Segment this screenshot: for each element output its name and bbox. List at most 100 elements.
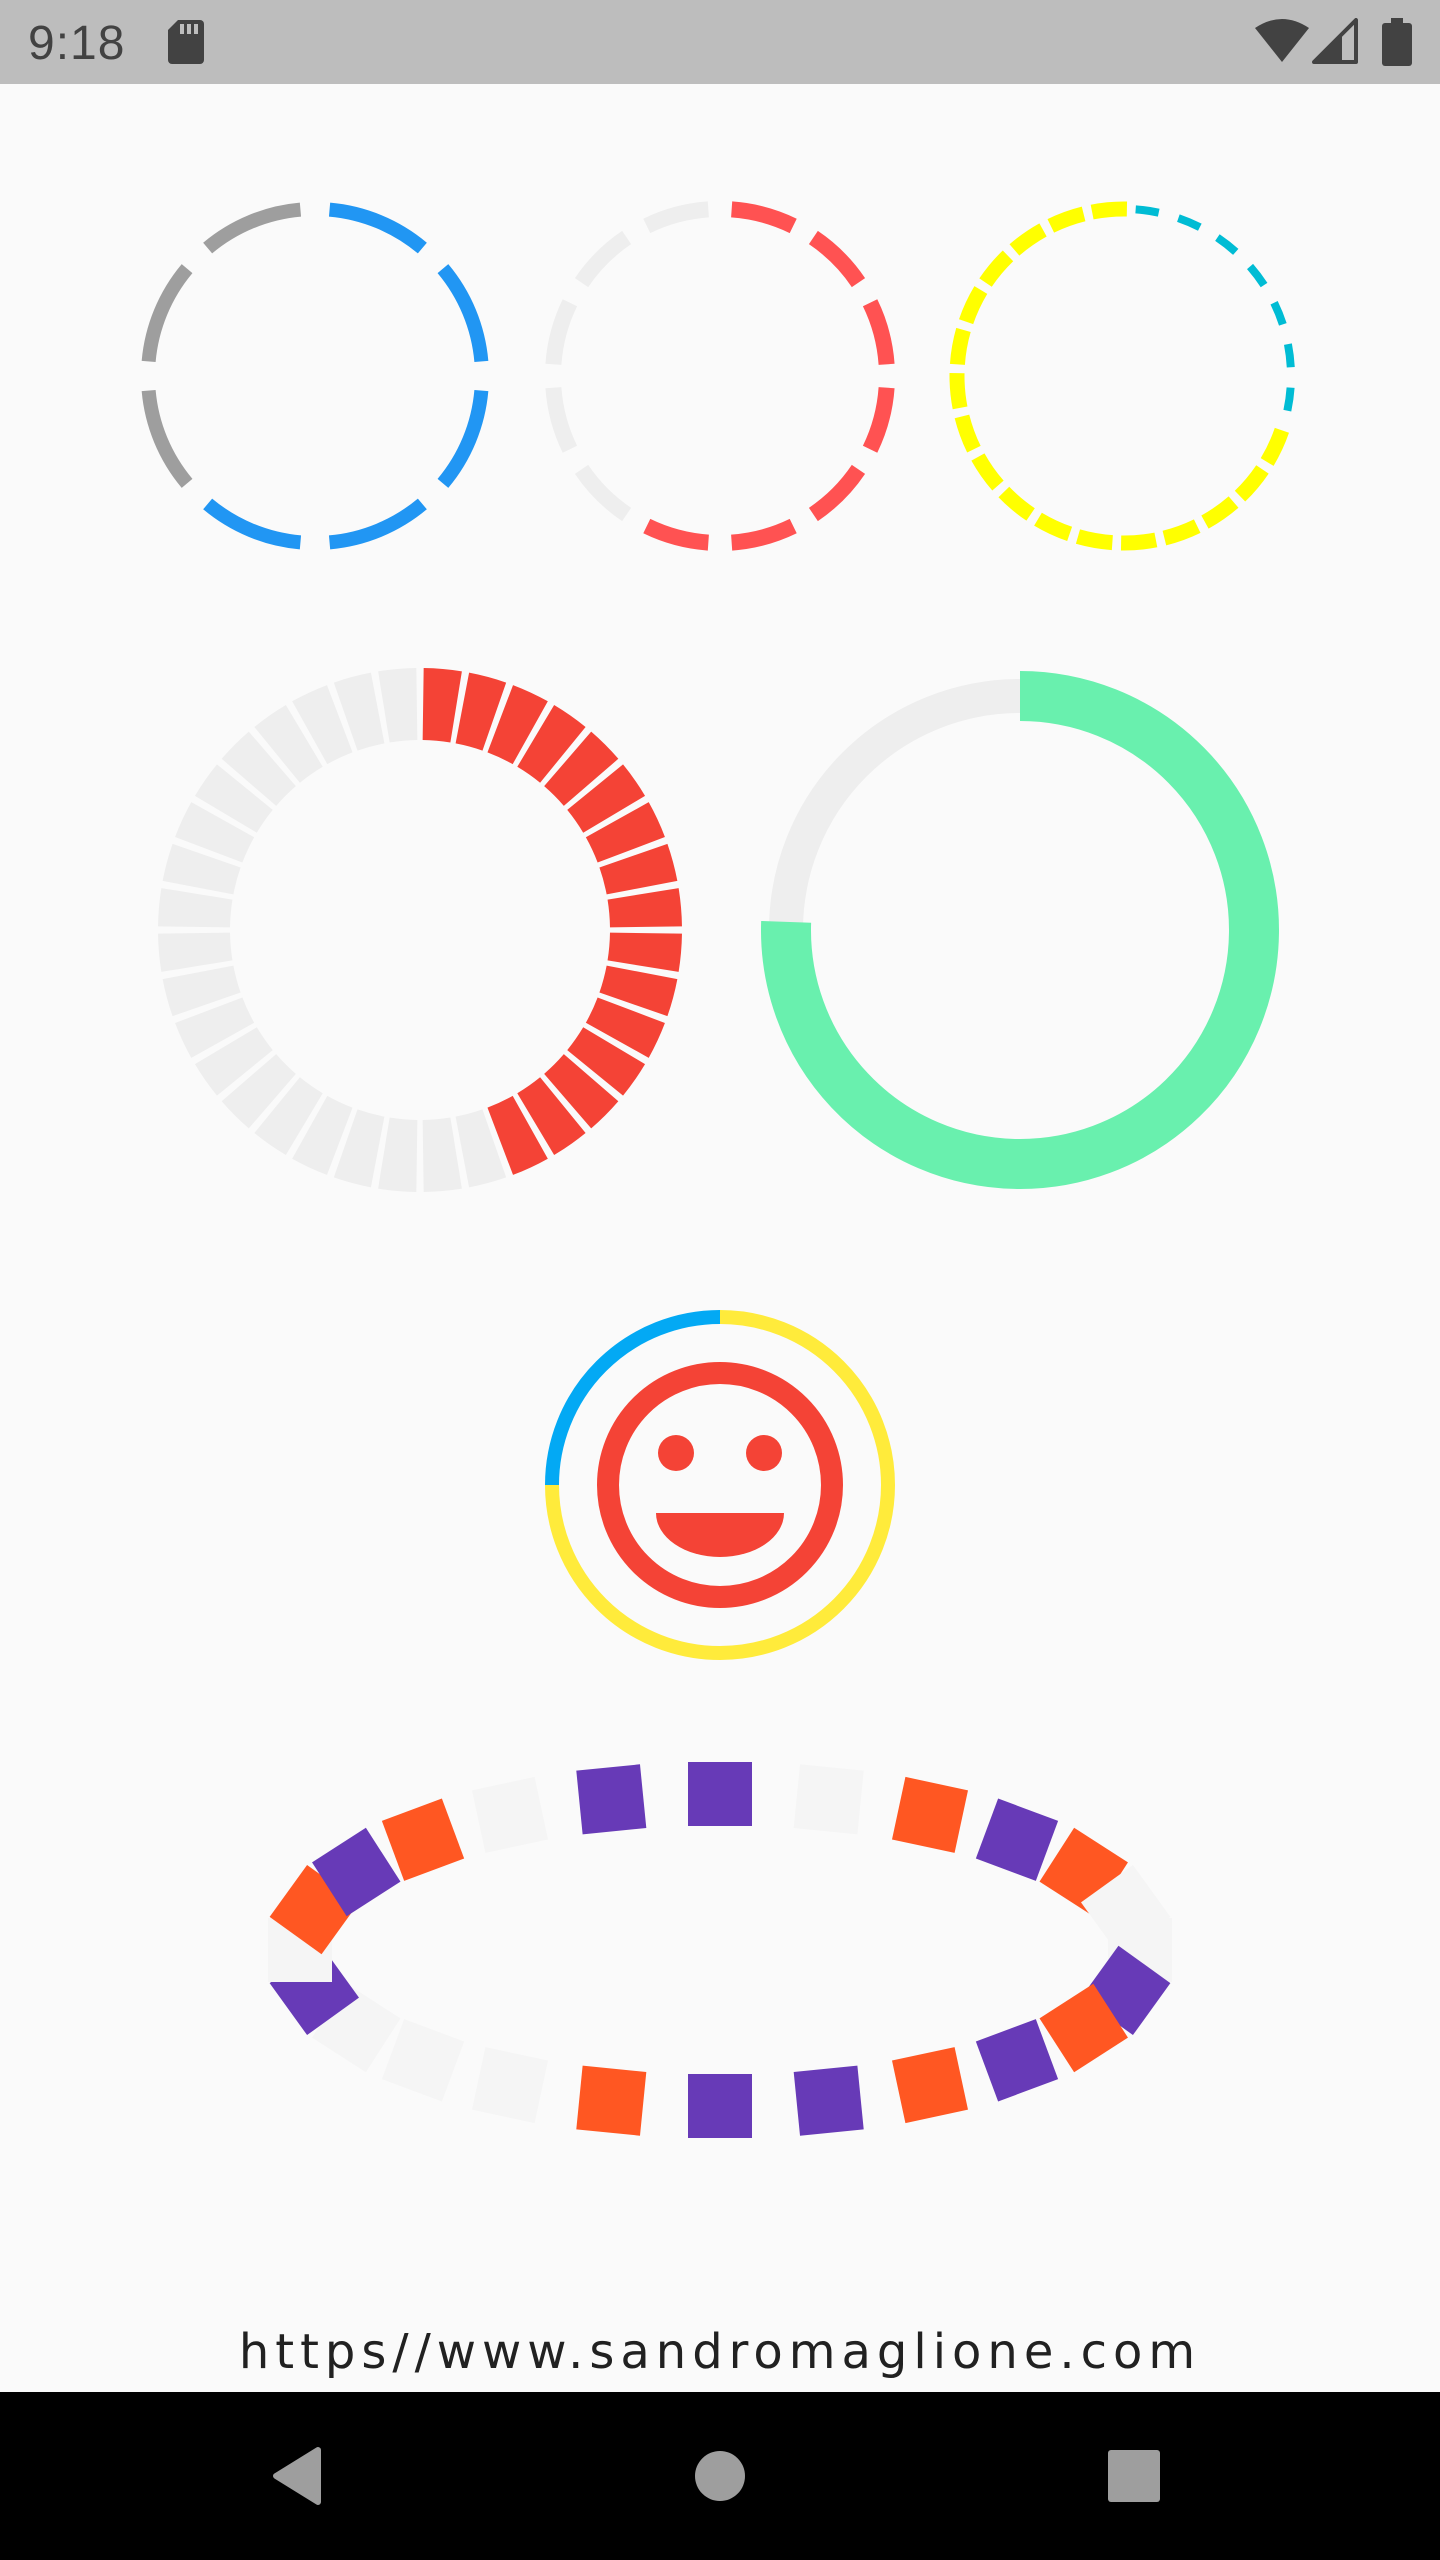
ring-segment (292, 1095, 354, 1175)
ring-segment (437, 389, 489, 488)
home-icon[interactable] (684, 2440, 756, 2512)
status-time: 9:18 (28, 17, 126, 70)
ring-segment (333, 1109, 386, 1188)
recents-icon[interactable] (1098, 2440, 1170, 2512)
ellipse-square (793, 1764, 864, 1835)
ring-segment (607, 888, 682, 928)
ring-tick (1283, 343, 1295, 368)
ring-tick (1009, 223, 1047, 256)
ring-segment (516, 1076, 586, 1156)
sd-card-icon (168, 20, 204, 64)
ring-segment (378, 1117, 418, 1192)
ring-segment (203, 498, 302, 550)
ring-segment (422, 1117, 462, 1192)
ring-segment (158, 932, 233, 972)
ring-segment (162, 964, 241, 1017)
ring-segment (543, 1053, 619, 1129)
dashed-progress-ring (141, 202, 489, 550)
ring-segment (194, 764, 274, 834)
ellipse-square-indicator (268, 1762, 1172, 2138)
ring-segment (254, 704, 324, 784)
ellipse-square (472, 1776, 548, 1853)
ring-segment (328, 498, 427, 550)
ring-segment (486, 1095, 548, 1175)
ring-segment (808, 464, 866, 522)
ring-segment (543, 731, 619, 807)
ellipse-square (975, 1798, 1059, 1881)
ring-tick (1135, 205, 1160, 217)
ring-segment (141, 389, 193, 488)
ring-segment (599, 964, 678, 1017)
cell-signal-icon (1312, 18, 1358, 64)
ring-tick (998, 486, 1035, 521)
ellipse-square (793, 2065, 864, 2136)
ring-segment (292, 685, 354, 765)
ring-segment (175, 996, 255, 1058)
ring-segment (585, 996, 665, 1058)
ring-segment (585, 802, 665, 864)
ring-segment (162, 843, 241, 896)
battery-icon (1382, 18, 1412, 66)
ellipse-square (472, 2047, 548, 2124)
ring-tick (949, 327, 971, 366)
ring-segment (254, 1076, 324, 1156)
ring-segment (545, 386, 578, 453)
back-icon[interactable] (264, 2440, 336, 2512)
ring-segment (607, 932, 682, 972)
ring-segment (221, 731, 297, 807)
ring-tick (1283, 387, 1295, 412)
ring-tick (1075, 529, 1114, 551)
ring-segment (422, 668, 462, 743)
ring-segment (643, 518, 710, 551)
coral-progress-ring (545, 201, 895, 551)
ellipse-square (381, 2019, 465, 2102)
ring-segment (454, 1109, 507, 1188)
ring-tick (1234, 465, 1269, 502)
ring-segment (862, 299, 895, 366)
ring-segment (141, 264, 193, 363)
ring-segment (643, 201, 710, 234)
ring-segment (599, 843, 678, 896)
ring-segment (566, 764, 646, 834)
ring-segment (194, 1026, 274, 1096)
footer-url[interactable]: https//www.sandromaglione.com (0, 2324, 1440, 2380)
smiley-left-eye (658, 1435, 694, 1471)
solid-progress-ring (761, 671, 1279, 1189)
ring-segment (221, 1053, 297, 1129)
canvas: https//www.sandromaglione.com (0, 84, 1440, 2392)
ring-tick (971, 453, 1004, 491)
ellipse-square (892, 2047, 968, 2124)
ring-tick (979, 250, 1014, 287)
ring-segment (454, 672, 507, 751)
ellipse-square (688, 1762, 752, 1826)
navigation-bar (0, 2392, 1440, 2560)
ring-tick (1162, 519, 1201, 546)
ring-segment (566, 1026, 646, 1096)
ring-segment (516, 704, 586, 784)
status-bar: 9:18 (0, 0, 1440, 84)
ring-tick (1047, 206, 1086, 233)
ring-segment (574, 230, 632, 288)
ring-segment (808, 230, 866, 288)
block-progress-ring (158, 668, 682, 1192)
ring-segment (158, 888, 233, 928)
ring-segment (328, 202, 427, 254)
ring-tick (1270, 301, 1287, 326)
ring-tick (1215, 234, 1239, 255)
ring-tick (959, 286, 988, 325)
ring-segment (545, 299, 578, 366)
dotted-progress-ring (949, 201, 1295, 551)
ring-tick (1034, 512, 1073, 541)
ring-segment (333, 672, 386, 751)
smiley-indicator (545, 1310, 895, 1660)
ellipse-square (381, 1798, 465, 1881)
ring-tick (954, 414, 981, 453)
indicator-canvas (141, 201, 1295, 2138)
ring-segment (730, 201, 797, 234)
ring-tick (1090, 201, 1128, 220)
smiley-mouth (656, 1513, 784, 1557)
ring-tick (1201, 496, 1239, 529)
ring-segment (175, 802, 255, 864)
smiley-right-eye (746, 1435, 782, 1471)
ring-segment (574, 464, 632, 522)
